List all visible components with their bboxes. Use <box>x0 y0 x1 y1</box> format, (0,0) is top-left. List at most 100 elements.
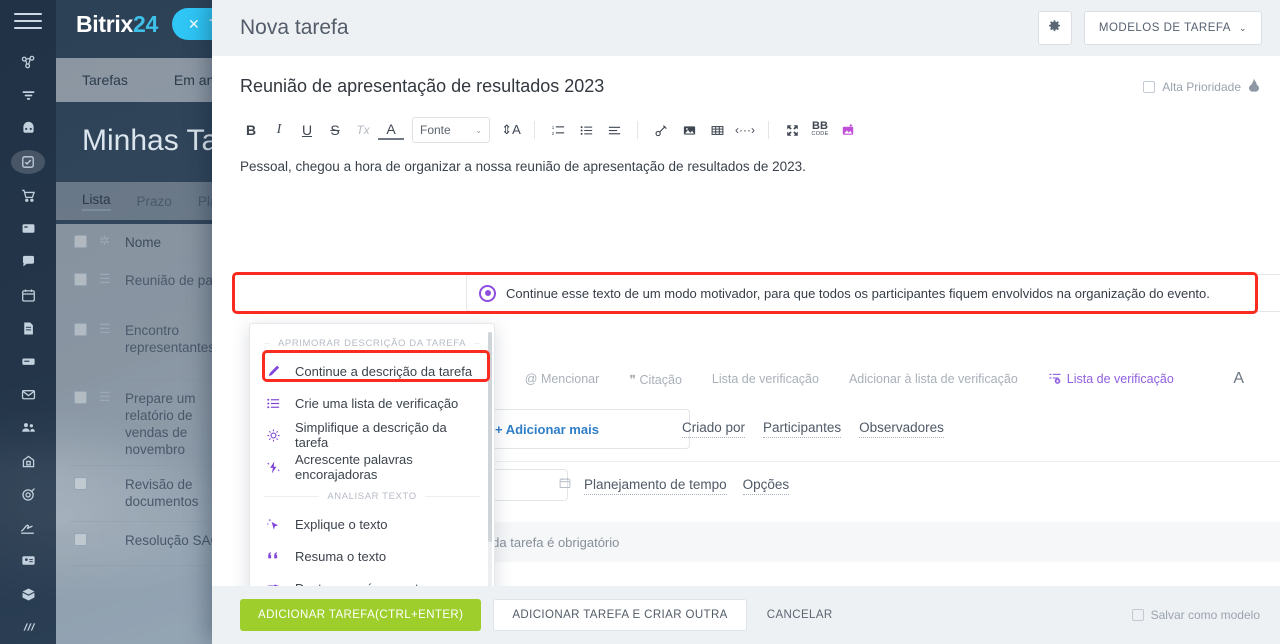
calendar-icon[interactable] <box>11 283 45 306</box>
tasks-icon[interactable] <box>11 150 45 174</box>
link-participantes[interactable]: Participantes <box>763 420 842 438</box>
task-title-input[interactable]: Reunião de apresentação de resultados 20… <box>240 76 1131 97</box>
link-lista-verificacao[interactable]: Lista de verificação <box>712 372 819 386</box>
ai-prompt-bar[interactable]: Continue esse texto de um modo motivador… <box>466 274 1280 312</box>
high-priority-checkbox[interactable] <box>1143 80 1156 93</box>
row-checkbox[interactable] <box>74 273 87 286</box>
bold-button[interactable]: B <box>238 117 264 143</box>
clear-format-button[interactable]: Tx <box>350 117 376 143</box>
ordered-list-button[interactable]: 12 <box>545 117 571 143</box>
select-all-checkbox[interactable] <box>74 235 87 248</box>
dropdown-group-label: ANALISAR TEXTO <box>327 491 417 502</box>
contacts-icon[interactable] <box>11 549 45 572</box>
ai-prompt-input[interactable]: Continue esse texto de um modo motivador… <box>506 286 1280 301</box>
strikethrough-button[interactable]: S <box>322 117 348 143</box>
robot-icon[interactable] <box>11 117 45 140</box>
left-navigation-rail[interactable] <box>0 0 56 644</box>
fullscreen-button[interactable] <box>779 117 805 143</box>
close-icon[interactable]: ✕ <box>188 16 200 33</box>
at-icon: @ <box>524 372 538 386</box>
more-icon[interactable] <box>11 616 45 639</box>
link-ai-lista-verificacao[interactable]: Lista de verificação <box>1048 371 1174 388</box>
link-planejamento-tempo[interactable]: Planejamento de tempo <box>584 477 727 495</box>
add-task-and-create-another-button[interactable]: ADICIONAR TAREFA E CRIAR OUTRA <box>493 599 747 631</box>
drag-handle-icon[interactable]: ☰ <box>99 272 113 285</box>
row-checkbox[interactable] <box>74 323 87 336</box>
target-icon[interactable] <box>11 483 45 506</box>
link-adicionar-lista-verificacao[interactable]: Adicionar à lista de verificação <box>849 372 1018 386</box>
menu-burger-icon[interactable] <box>14 12 42 30</box>
drag-handle-icon[interactable]: ☰ <box>99 476 113 489</box>
font-size-button[interactable]: ⇕A <box>498 117 524 143</box>
row-checkbox[interactable] <box>74 477 87 490</box>
storage-icon[interactable] <box>11 217 45 240</box>
link-citacao[interactable]: ❞ Citação <box>629 372 682 387</box>
drag-handle-icon[interactable]: ☰ <box>99 532 113 545</box>
groups-icon[interactable] <box>11 416 45 439</box>
dropdown-item-label: Continue a descrição da tarefa <box>295 363 473 379</box>
filter-icon[interactable] <box>11 84 45 107</box>
dropdown-item-simplifique[interactable]: Simplifique a descrição da tarefa <box>250 419 494 451</box>
unordered-list-button[interactable] <box>573 117 599 143</box>
document-icon[interactable] <box>11 317 45 340</box>
task-templates-button[interactable]: MODELOS DE TAREFA ⌄ <box>1083 11 1262 45</box>
network-icon[interactable] <box>11 51 45 74</box>
settings-button[interactable] <box>1037 11 1072 45</box>
high-priority-toggle[interactable]: Alta Prioridade <box>1143 78 1260 95</box>
dropdown-scrollbar[interactable] <box>488 332 492 586</box>
table-button[interactable] <box>704 117 730 143</box>
ai-image-button[interactable] <box>835 117 861 143</box>
ai-actions-dropdown[interactable]: APRIMORAR DESCRIÇÃO DA TAREFA Continue a… <box>249 323 495 586</box>
chat-icon[interactable] <box>11 250 45 273</box>
source-code-button[interactable]: ‹···› <box>732 117 758 143</box>
italic-button[interactable]: I <box>266 117 292 143</box>
align-button[interactable] <box>601 117 627 143</box>
dropdown-item-acrescente-palavras[interactable]: Acrescente palavras encorajadoras <box>250 451 494 483</box>
font-select[interactable]: Fonte ⌄ <box>412 117 490 143</box>
dropdown-item-explique-texto[interactable]: Explique o texto <box>250 508 494 540</box>
link-observadores[interactable]: Observadores <box>859 420 944 438</box>
drive-icon[interactable] <box>11 350 45 373</box>
dropdown-item-resuma-texto[interactable]: Resuma o texto <box>250 540 494 572</box>
drag-handle-icon[interactable]: ☰ <box>99 390 113 403</box>
font-toggle-icon[interactable]: A <box>1233 370 1244 388</box>
text-color-button[interactable]: A <box>378 120 404 140</box>
tab-lista[interactable]: Lista <box>82 192 111 211</box>
calendar-icon[interactable] <box>558 476 572 493</box>
bbcode-button[interactable]: BB CODE <box>807 117 833 143</box>
link-opcoes[interactable]: Opções <box>742 477 790 495</box>
row-checkbox[interactable] <box>74 391 87 404</box>
sign-icon[interactable] <box>11 516 45 539</box>
dropdown-item-continue-descricao[interactable]: Continue a descrição da tarefa <box>250 355 494 387</box>
time-links[interactable]: Planejamento de tempo Opções <box>584 477 790 495</box>
save-as-template-label: Salvar como modelo <box>1150 608 1260 622</box>
people-links[interactable]: Criado por Participantes Observadores <box>682 420 944 438</box>
sun-icon <box>264 428 282 443</box>
link-button[interactable] <box>648 117 674 143</box>
dropdown-group-header: APRIMORAR DESCRIÇÃO DA TAREFA <box>250 330 494 355</box>
gear-icon[interactable]: ✲ <box>99 234 113 247</box>
cursor-sparkle-icon <box>264 517 282 532</box>
image-button[interactable] <box>676 117 702 143</box>
dropdown-item-crie-lista[interactable]: Crie uma lista de verificação <box>250 387 494 419</box>
mail-icon[interactable] <box>11 383 45 406</box>
editor-body-text[interactable]: Pessoal, chegou a hora de organizar a no… <box>212 147 1280 182</box>
underline-button[interactable]: U <box>294 117 320 143</box>
editor-toolbar[interactable]: B I U S Tx A Fonte ⌄ ⇕A 12 ‹···› BB CODE <box>212 113 1280 147</box>
tab-prazo[interactable]: Prazo <box>137 194 172 209</box>
save-as-template-toggle[interactable]: Salvar como modelo <box>1131 608 1260 622</box>
dropdown-item-destaque-pros-contras[interactable]: Destaque prós e contras <box>250 572 494 586</box>
drag-handle-icon[interactable]: ☰ <box>99 322 113 335</box>
cart-icon[interactable] <box>11 184 45 207</box>
link-mencionar[interactable]: @ Mencionar <box>525 372 600 386</box>
font-select-value: Fonte <box>420 123 451 137</box>
cancel-button[interactable]: CANCELAR <box>759 609 841 621</box>
save-as-template-checkbox[interactable] <box>1131 609 1144 621</box>
bitrix-logo[interactable]: Bitrix24 <box>76 11 158 38</box>
box-icon[interactable] <box>11 583 45 606</box>
add-task-button[interactable]: ADICIONAR TAREFA(CTRL+ENTER) <box>240 599 482 631</box>
link-criado-por[interactable]: Criado por <box>682 420 746 438</box>
subnav-item-tarefas[interactable]: Tarefas <box>82 72 128 88</box>
row-checkbox[interactable] <box>74 533 87 546</box>
company-icon[interactable] <box>11 450 45 473</box>
